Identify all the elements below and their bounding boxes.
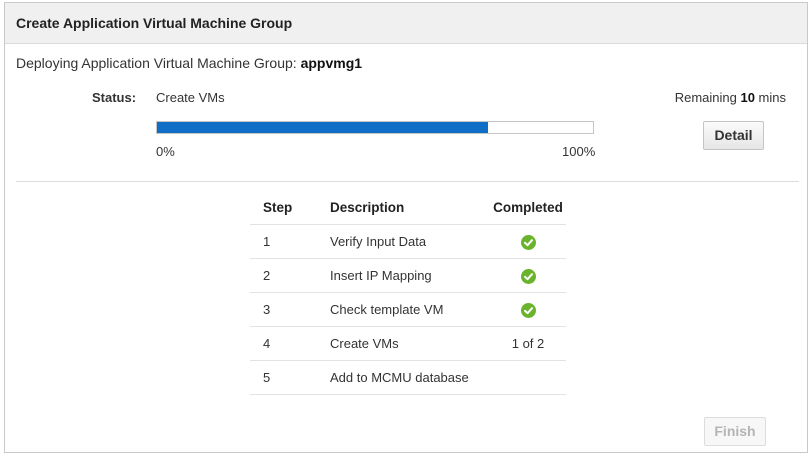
step-description: Check template VM (330, 292, 490, 327)
table-row: 2 Insert IP Mapping (250, 258, 566, 293)
remaining-value: 10 (740, 90, 755, 105)
table-row: 4 Create VMs 1 of 2 (250, 326, 566, 361)
step-completed (490, 224, 566, 259)
progress-bar (156, 121, 594, 134)
remaining-prefix: Remaining (674, 90, 741, 105)
dialog-title: Create Application Virtual Machine Group (16, 15, 293, 31)
check-icon (520, 268, 536, 284)
step-number: 1 (250, 224, 330, 259)
table-row: 3 Check template VM (250, 292, 566, 327)
finish-button[interactable]: Finish (704, 417, 766, 446)
step-description: Create VMs (330, 326, 490, 361)
divider (16, 181, 799, 182)
detail-button[interactable]: Detail (703, 121, 764, 150)
step-completed (490, 292, 566, 327)
step-number: 3 (250, 292, 330, 327)
step-number: 4 (250, 326, 330, 361)
step-completed (490, 360, 566, 395)
check-icon (520, 302, 536, 318)
group-name: appvmg1 (300, 55, 363, 71)
table-row: 1 Verify Input Data (250, 224, 566, 259)
table-header-row: Step Description Completed (250, 191, 566, 225)
remaining-time: Remaining 10 mins (675, 90, 786, 105)
status-label: Status: (92, 90, 137, 105)
deploying-prefix: Deploying Application Virtual Machine Gr… (16, 55, 301, 71)
step-completed (490, 258, 566, 293)
progress-min-label: 0% (156, 144, 175, 159)
progress-fill (157, 122, 489, 133)
steps-table: Step Description Completed 1 Verify Inpu… (250, 191, 566, 395)
step-number: 5 (250, 360, 330, 395)
table-row: 5 Add to MCMU database (250, 360, 566, 395)
create-appvm-group-dialog: Create Application Virtual Machine Group… (4, 2, 808, 453)
header-step: Step (250, 191, 330, 225)
step-description: Verify Input Data (330, 224, 490, 259)
step-completed: 1 of 2 (490, 326, 566, 361)
header-description: Description (330, 191, 490, 225)
status-value: Create VMs (156, 90, 225, 105)
progress-max-label: 100% (562, 144, 596, 159)
remaining-suffix: mins (754, 90, 786, 105)
check-icon (520, 234, 536, 250)
deploying-line: Deploying Application Virtual Machine Gr… (16, 55, 362, 71)
step-description: Add to MCMU database (330, 360, 490, 395)
header-completed: Completed (490, 191, 566, 225)
step-description: Insert IP Mapping (330, 258, 490, 293)
step-number: 2 (250, 258, 330, 293)
